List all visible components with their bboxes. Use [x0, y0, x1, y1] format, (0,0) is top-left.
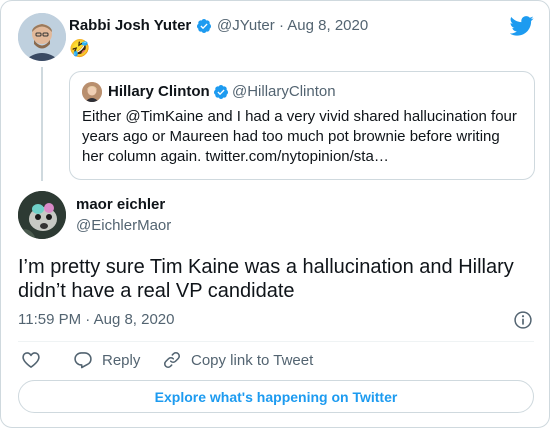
like-button[interactable] — [21, 349, 41, 371]
parent-tweet-date[interactable]: Aug 8, 2020 — [287, 17, 368, 34]
main-author-handle[interactable]: @EichlerMaor — [76, 217, 171, 234]
copy-link-button[interactable]: Copy link to Tweet — [162, 349, 313, 371]
parent-author-name[interactable]: Rabbi Josh Yuter — [69, 17, 191, 34]
explore-twitter-button[interactable]: Explore what's happening on Twitter — [18, 380, 534, 413]
avatar-hillary-clinton — [82, 82, 102, 102]
reply-icon — [74, 352, 92, 369]
parent-handle-text[interactable]: @JYuter — [217, 17, 275, 34]
copy-link-label: Copy link to Tweet — [191, 351, 314, 369]
quoted-author-handle: @HillaryClinton — [232, 83, 336, 100]
twitter-bird-icon[interactable] — [510, 16, 534, 36]
main-author-name[interactable]: maor eichler — [76, 196, 165, 213]
quoted-tweet-text: Either @TimKaine and I had a very vivid … — [82, 108, 517, 165]
tweet-card: Rabbi Josh Yuter @JYuter · Aug 8, 2020 🤣… — [0, 0, 550, 428]
reply-label: Reply — [102, 351, 141, 369]
quoted-tweet[interactable]: Hillary Clinton @HillaryClinton Either @… — [69, 71, 535, 180]
main-tweet-timestamp[interactable]: 11:59 PM · Aug 8, 2020 — [18, 311, 175, 328]
verified-badge-icon — [196, 19, 211, 33]
avatar-rabbi-josh-yuter[interactable] — [18, 13, 66, 61]
heart-icon — [22, 352, 40, 368]
separator-dot: · — [278, 17, 284, 34]
avatar-maor-eichler[interactable] — [18, 191, 66, 239]
parent-author-handle[interactable]: @JYuter · Aug 8, 2020 — [217, 17, 368, 34]
reply-button[interactable]: Reply — [73, 349, 140, 371]
parent-tweet-text: 🤣 — [69, 39, 91, 58]
divider — [18, 341, 534, 342]
link-icon — [164, 352, 180, 368]
quoted-author-name: Hillary Clinton — [108, 83, 210, 100]
info-icon[interactable] — [513, 310, 533, 330]
main-tweet-text: I’m pretty sure Tim Kaine was a hallucin… — [18, 256, 514, 302]
verified-badge-icon — [213, 85, 228, 99]
thread-connector-line — [41, 67, 43, 181]
